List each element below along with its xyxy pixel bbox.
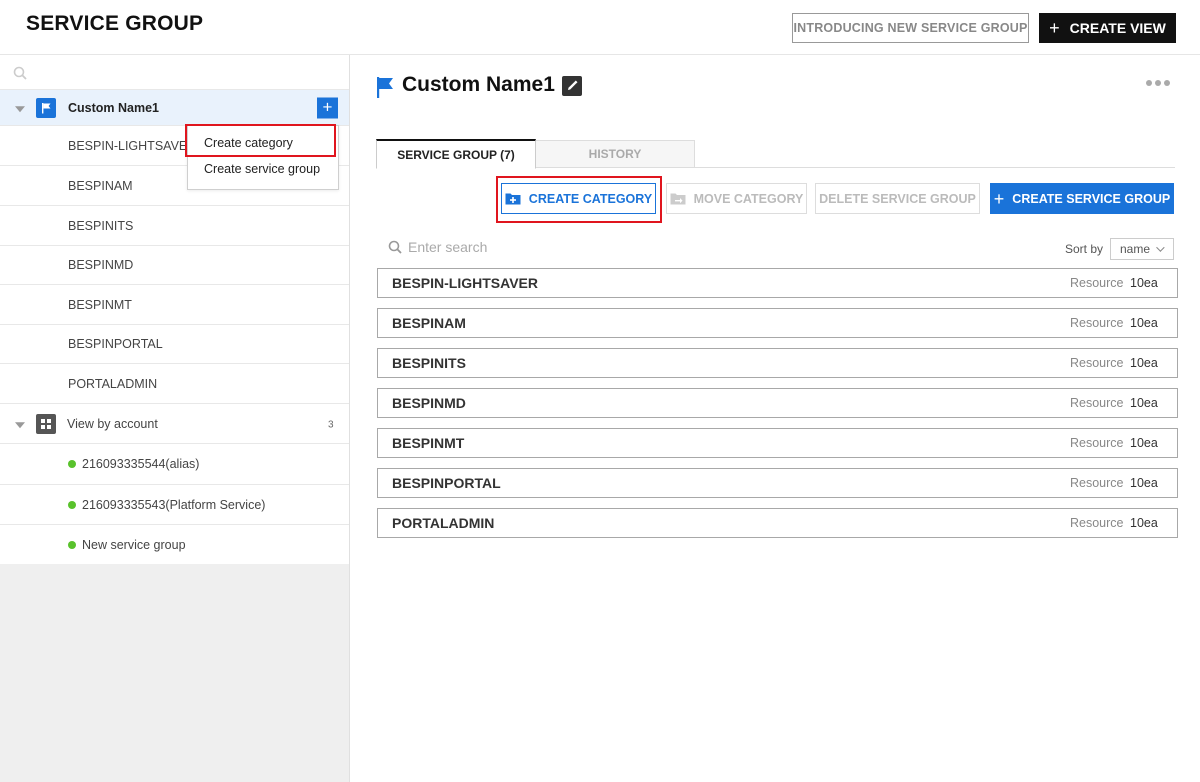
search-input[interactable] (408, 239, 608, 255)
edit-icon[interactable] (562, 76, 582, 96)
tab-history[interactable]: HISTORY (535, 140, 695, 168)
create-view-button[interactable]: + CREATE VIEW (1039, 13, 1176, 43)
tree-item[interactable]: PORTALADMIN (0, 364, 349, 404)
resource-count: 10ea (1130, 276, 1158, 290)
account-item[interactable]: 216093335543(Platform Service) (0, 485, 349, 525)
resource-count: 10ea (1130, 436, 1158, 450)
introducing-new-service-group-button[interactable]: INTRODUCING NEW SERVICE GROUP (792, 13, 1029, 43)
resource-label: Resource (1070, 316, 1124, 330)
account-label: New service group (82, 537, 186, 552)
service-group-name: BESPINMD (392, 395, 466, 411)
sort-value: name (1120, 242, 1151, 256)
menu-item-create-service-group[interactable]: Create service group (204, 162, 320, 176)
collapse-caret-icon[interactable] (15, 105, 25, 112)
resource-label: Resource (1070, 436, 1124, 450)
search-icon (13, 66, 27, 80)
tree-item-label: BESPINITS (68, 218, 134, 233)
tree-item[interactable]: BESPINMT (0, 285, 349, 325)
resource-label: Resource (1070, 396, 1124, 410)
service-group-name: BESPINITS (392, 355, 466, 371)
status-dot-icon (68, 500, 76, 509)
status-dot-icon (68, 540, 76, 549)
more-icon[interactable] (1146, 80, 1170, 86)
flag-icon (36, 97, 56, 118)
tree-item-label: BESPINPORTAL (68, 337, 163, 351)
table-row[interactable]: BESPINAM Resource 10ea (377, 308, 1178, 338)
table-row[interactable]: PORTALADMIN Resource 10ea (377, 508, 1178, 538)
tree-root-label: Custom Name1 (68, 100, 159, 115)
service-group-name: BESPINAM (392, 315, 466, 331)
highlight-box (185, 124, 336, 157)
status-dot-icon (68, 460, 76, 468)
sort-select[interactable]: name (1110, 238, 1174, 260)
resource-count: 10ea (1130, 396, 1158, 410)
tree-item-label: PORTALADMIN (68, 376, 158, 391)
tree-root-custom-name1[interactable]: Custom Name1 + (0, 90, 349, 126)
table-row[interactable]: BESPIN-LIGHTSAVER Resource 10ea (377, 268, 1178, 298)
tree-group-view-by-account[interactable]: View by account 3 (0, 404, 349, 444)
grid-icon (36, 413, 56, 434)
resource-count: 10ea (1130, 316, 1158, 330)
flag-icon (377, 77, 393, 98)
main-search (388, 239, 608, 255)
table-row[interactable]: BESPINPORTAL Resource 10ea (377, 468, 1178, 498)
create-service-group-label: CREATE SERVICE GROUP (1012, 191, 1171, 206)
tree-item-label: BESPINMD (68, 258, 134, 272)
page-title: SERVICE GROUP (26, 12, 204, 35)
tree-item-label: BESPIN-LIGHTSAVER (68, 138, 197, 153)
service-group-name: BESPINPORTAL (392, 475, 501, 491)
resource-label: Resource (1070, 276, 1124, 290)
table-row[interactable]: BESPINITS Resource 10ea (377, 348, 1178, 378)
account-label: 216093335544(alias) (82, 457, 200, 471)
top-bar: SERVICE GROUP INTRODUCING NEW SERVICE GR… (0, 0, 1200, 55)
tree-item-label: BESPINMT (68, 297, 132, 312)
account-item[interactable]: 216093335544(alias) (0, 444, 349, 485)
account-count: 3 (328, 419, 334, 431)
resource-count: 10ea (1130, 516, 1158, 530)
chevron-down-icon (1156, 243, 1165, 252)
service-group-name: BESPINMT (392, 435, 465, 451)
table-row[interactable]: BESPINMD Resource 10ea (377, 388, 1178, 418)
create-view-label: CREATE VIEW (1069, 20, 1166, 36)
resource-label: Resource (1070, 516, 1124, 530)
create-service-group-button[interactable]: + CREATE SERVICE GROUP (990, 183, 1174, 214)
add-button[interactable]: + (317, 97, 338, 118)
resource-label: Resource (1070, 356, 1124, 370)
sidebar-search[interactable] (0, 55, 349, 90)
account-item[interactable]: New service group (0, 525, 349, 564)
move-category-button[interactable]: MOVE CATEGORY (666, 183, 807, 214)
resource-count: 10ea (1130, 476, 1158, 490)
resource-count: 10ea (1130, 356, 1158, 370)
highlight-box (496, 176, 662, 223)
plus-icon: + (993, 188, 1005, 209)
sort-label: Sort by (1065, 242, 1104, 256)
main-title: Custom Name1 (402, 73, 555, 96)
tree-group-label: View by account (67, 416, 158, 431)
resource-label: Resource (1070, 476, 1124, 490)
move-category-label: MOVE CATEGORY (693, 191, 804, 206)
tree-item-label: BESPINAM (68, 178, 133, 193)
folder-move-icon (670, 193, 686, 205)
account-label: 216093335543(Platform Service) (82, 497, 266, 512)
tree-item[interactable]: BESPINITS (0, 206, 349, 246)
service-group-name: PORTALADMIN (392, 515, 495, 531)
table-row[interactable]: BESPINMT Resource 10ea (377, 428, 1178, 458)
plus-icon: + (1049, 18, 1060, 38)
delete-service-group-button[interactable]: DELETE SERVICE GROUP (815, 183, 980, 214)
service-group-name: BESPIN-LIGHTSAVER (392, 275, 538, 291)
tab-service-group[interactable]: SERVICE GROUP (7) (376, 139, 536, 169)
tree-item[interactable]: BESPINPORTAL (0, 325, 349, 364)
search-icon (388, 240, 402, 254)
collapse-caret-icon[interactable] (15, 421, 25, 428)
tree-item[interactable]: BESPINMD (0, 246, 349, 285)
